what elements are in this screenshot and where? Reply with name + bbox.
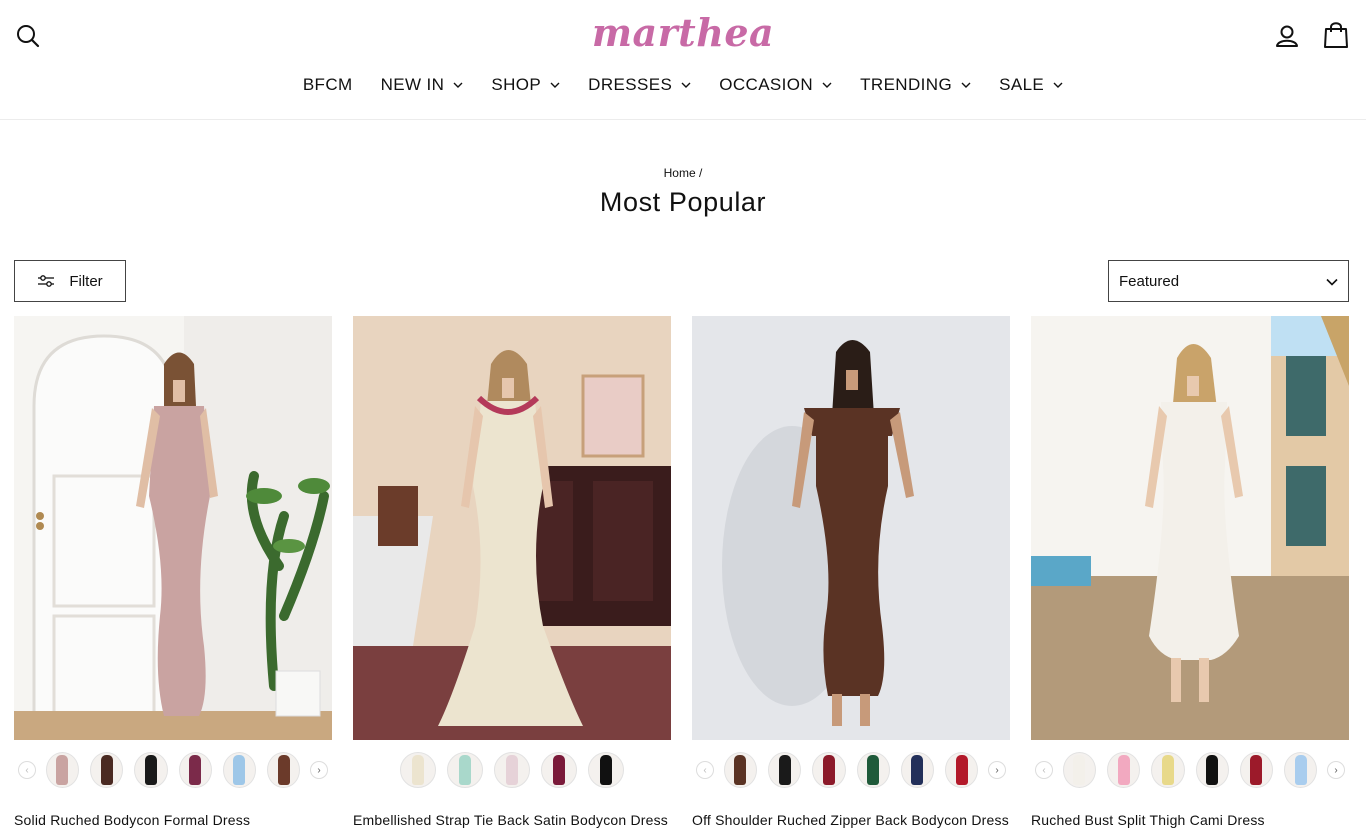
swatch-next-button[interactable]: › — [987, 761, 1006, 779]
color-swatch[interactable] — [400, 752, 436, 788]
color-swatch[interactable] — [767, 752, 802, 788]
nav-item-bfcm[interactable]: BFCM — [303, 72, 353, 98]
sliders-icon — [38, 275, 55, 287]
chevron-down-icon — [550, 82, 560, 88]
chevron-down-icon — [1053, 82, 1063, 88]
sort-selected-value: Featured — [1119, 272, 1180, 290]
color-swatch[interactable] — [1151, 752, 1185, 788]
color-swatch[interactable] — [89, 752, 124, 788]
cart-icon[interactable] — [1322, 20, 1350, 50]
brand-logo[interactable]: marthea — [0, 10, 1366, 55]
swatch-prev-button[interactable]: ‹ — [696, 761, 715, 779]
nav-label: OCCASION — [719, 75, 814, 94]
chevron-down-icon — [1326, 278, 1338, 286]
chevron-down-icon — [822, 82, 832, 88]
filter-label: Filter — [69, 272, 103, 290]
color-swatch[interactable] — [45, 752, 79, 788]
color-swatches: ‹ › — [14, 752, 332, 788]
swatch-prev-button[interactable]: ‹ — [18, 761, 37, 779]
color-swatch[interactable] — [447, 752, 483, 788]
nav-label: SHOP — [491, 75, 542, 94]
breadcrumb-separator: / — [699, 166, 703, 180]
sort-select[interactable]: Featured — [1108, 260, 1349, 302]
nav-label: NEW IN — [380, 75, 445, 94]
product-image[interactable] — [1031, 316, 1349, 740]
color-swatch[interactable] — [1284, 752, 1318, 788]
color-swatch[interactable] — [1239, 752, 1274, 788]
product-title[interactable]: Solid Ruched Bodycon Formal Dress — [14, 810, 332, 835]
color-swatch[interactable] — [1062, 752, 1096, 788]
color-swatch[interactable] — [1195, 752, 1229, 788]
color-swatch[interactable] — [588, 752, 624, 788]
product-card: ‹ › Solid Ruched Bodycon Formal Dress — [14, 316, 332, 835]
nav-label: SALE — [999, 75, 1045, 94]
color-swatch[interactable] — [856, 752, 890, 788]
product-card: ‹ › Ruched Bust Split Thigh Cami Dress — [1031, 316, 1349, 835]
color-swatch[interactable] — [1106, 752, 1141, 788]
nav-item-trending[interactable]: TRENDING — [860, 72, 971, 98]
color-swatch[interactable] — [222, 752, 257, 788]
color-swatch[interactable] — [945, 752, 979, 788]
nav-label: DRESSES — [588, 75, 673, 94]
product-image[interactable] — [14, 316, 332, 740]
color-swatch[interactable] — [134, 752, 168, 788]
nav-item-occasion[interactable]: OCCASION — [719, 72, 832, 98]
breadcrumb: Home / — [0, 166, 1366, 180]
filter-button[interactable]: Filter — [14, 260, 126, 302]
color-swatch[interactable] — [178, 752, 212, 788]
color-swatch[interactable] — [900, 752, 935, 788]
product-title[interactable]: Ruched Bust Split Thigh Cami Dress — [1031, 810, 1349, 835]
color-swatch[interactable] — [723, 752, 757, 788]
swatch-next-button[interactable]: › — [309, 761, 328, 779]
product-title[interactable]: Off Shoulder Ruched Zipper Back Bodycon … — [692, 810, 1010, 835]
product-card: ‹ › Off Shoulder Ruched Zipper Back Body… — [692, 316, 1010, 835]
chevron-down-icon — [681, 82, 691, 88]
site-header: marthea BFCM NEW IN SHOP DRESSES OCCASIO… — [0, 0, 1366, 120]
product-image[interactable] — [353, 316, 671, 740]
nav-item-sale[interactable]: SALE — [999, 72, 1063, 98]
color-swatches: ‹ › — [1031, 752, 1349, 788]
color-swatches: ‹ › — [692, 752, 1010, 788]
product-image[interactable] — [692, 316, 1010, 740]
color-swatch[interactable] — [494, 752, 530, 788]
chevron-down-icon — [961, 82, 971, 88]
main-nav: BFCM NEW IN SHOP DRESSES OCCASION TRENDI… — [0, 72, 1366, 98]
nav-item-dresses[interactable]: DRESSES — [588, 72, 691, 98]
product-title[interactable]: Embellished Strap Tie Back Satin Bodycon… — [353, 810, 671, 835]
product-card: Embellished Strap Tie Back Satin Bodycon… — [353, 316, 671, 835]
color-swatch[interactable] — [812, 752, 846, 788]
color-swatch[interactable] — [267, 752, 301, 788]
color-swatch[interactable] — [541, 752, 577, 788]
swatch-prev-button[interactable]: ‹ — [1035, 761, 1054, 779]
chevron-down-icon — [453, 82, 463, 88]
nav-label: BFCM — [302, 75, 353, 94]
nav-label: TRENDING — [860, 75, 953, 94]
nav-item-shop[interactable]: SHOP — [491, 72, 560, 98]
page-title: Most Popular — [599, 187, 767, 217]
color-swatches — [353, 752, 671, 788]
nav-item-new-in[interactable]: NEW IN — [381, 72, 464, 98]
account-icon[interactable] — [1273, 22, 1301, 50]
breadcrumb-home-link[interactable]: Home — [664, 166, 696, 180]
product-grid: ‹ › Solid Ruched Bodycon Formal Dress Em… — [14, 316, 1349, 835]
swatch-next-button[interactable]: › — [1326, 761, 1345, 779]
